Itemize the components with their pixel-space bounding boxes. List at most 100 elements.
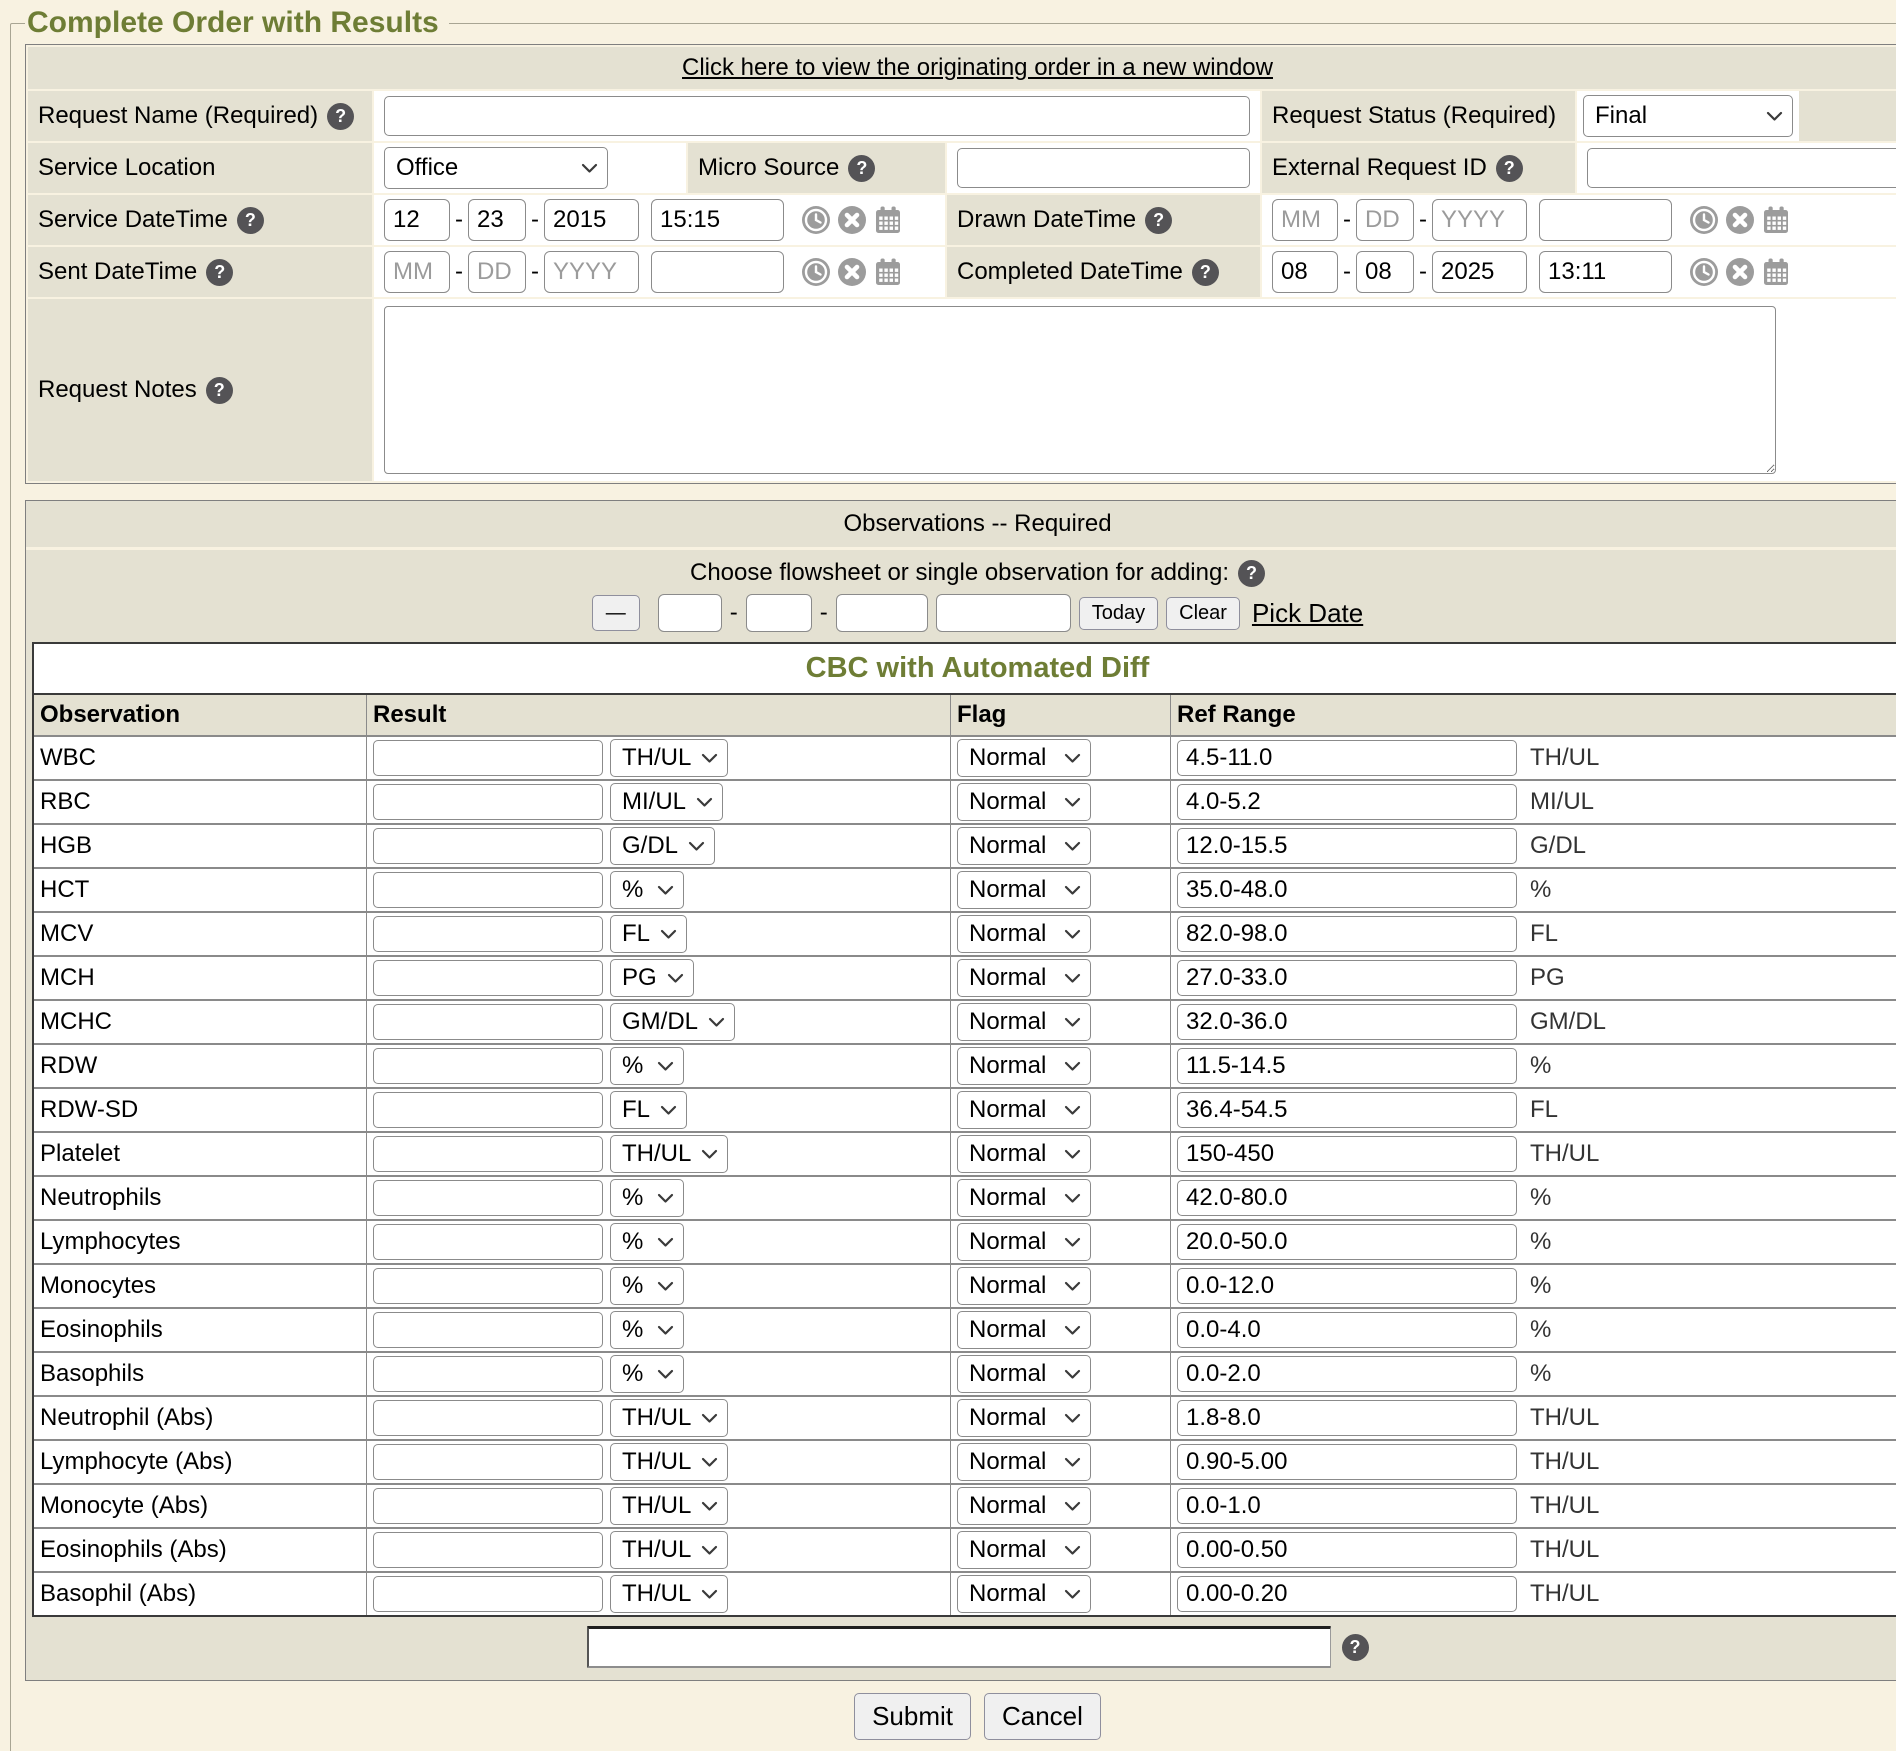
result-input[interactable] — [373, 916, 603, 952]
ref-range-input[interactable] — [1177, 740, 1517, 776]
flag-select[interactable]: Normal — [957, 1223, 1091, 1261]
result-input[interactable] — [373, 1444, 603, 1480]
calendar-icon[interactable] — [1761, 205, 1791, 235]
clock-icon[interactable] — [1689, 205, 1719, 235]
today-button[interactable]: Today — [1079, 597, 1158, 630]
request-name-input[interactable] — [384, 96, 1250, 136]
help-icon[interactable]: ? — [1342, 1634, 1369, 1661]
result-unit-select[interactable]: FL — [610, 915, 687, 953]
flag-select[interactable]: Normal — [957, 739, 1091, 777]
completed-datetime-year-input[interactable] — [1432, 251, 1527, 293]
ref-range-input[interactable] — [1177, 784, 1517, 820]
drawn-datetime-day-input[interactable] — [1356, 199, 1414, 241]
completed-datetime-day-input[interactable] — [1356, 251, 1414, 293]
flag-select[interactable]: Normal — [957, 915, 1091, 953]
help-icon[interactable]: ? — [1145, 207, 1172, 234]
ref-range-input[interactable] — [1177, 1180, 1517, 1216]
service-datetime-time-input[interactable] — [651, 199, 784, 241]
flag-select[interactable]: Normal — [957, 1399, 1091, 1437]
result-input[interactable] — [373, 1400, 603, 1436]
pick-date-link[interactable]: Pick Date — [1252, 598, 1363, 629]
ref-range-input[interactable] — [1177, 872, 1517, 908]
result-input[interactable] — [373, 1488, 603, 1524]
result-input[interactable] — [373, 828, 603, 864]
result-unit-select[interactable]: MI/UL — [610, 783, 723, 821]
result-unit-select[interactable]: TH/UL — [610, 1399, 728, 1437]
ref-range-input[interactable] — [1177, 1488, 1517, 1524]
result-unit-select[interactable]: TH/UL — [610, 1531, 728, 1569]
result-unit-select[interactable]: TH/UL — [610, 1575, 728, 1613]
flag-select[interactable]: Normal — [957, 1311, 1091, 1349]
result-input[interactable] — [373, 1004, 603, 1040]
result-input[interactable] — [373, 872, 603, 908]
result-input[interactable] — [373, 1136, 603, 1172]
result-unit-select[interactable]: % — [610, 871, 684, 909]
ref-range-input[interactable] — [1177, 1444, 1517, 1480]
flag-select[interactable]: Normal — [957, 1531, 1091, 1569]
result-input[interactable] — [373, 1180, 603, 1216]
help-icon[interactable]: ? — [848, 155, 875, 182]
final-text-input[interactable] — [587, 1626, 1331, 1668]
result-input[interactable] — [373, 740, 603, 776]
ref-range-input[interactable] — [1177, 1048, 1517, 1084]
ref-range-input[interactable] — [1177, 1400, 1517, 1436]
clock-icon[interactable] — [1689, 257, 1719, 287]
ref-range-input[interactable] — [1177, 828, 1517, 864]
flag-select[interactable]: Normal — [957, 871, 1091, 909]
flag-select[interactable]: Normal — [957, 959, 1091, 997]
request-notes-textarea[interactable] — [384, 306, 1776, 474]
result-input[interactable] — [373, 1576, 603, 1612]
help-icon[interactable]: ? — [1238, 560, 1265, 587]
clear-datetime-icon[interactable] — [837, 205, 867, 235]
picker-month-input[interactable] — [658, 594, 722, 632]
ref-range-input[interactable] — [1177, 1356, 1517, 1392]
result-input[interactable] — [373, 1312, 603, 1348]
result-input[interactable] — [373, 1356, 603, 1392]
ref-range-input[interactable] — [1177, 1004, 1517, 1040]
clear-datetime-icon[interactable] — [837, 257, 867, 287]
flag-select[interactable]: Normal — [957, 1047, 1091, 1085]
drawn-datetime-time-input[interactable] — [1539, 199, 1672, 241]
result-input[interactable] — [373, 1532, 603, 1568]
result-unit-select[interactable]: % — [610, 1179, 684, 1217]
flag-select[interactable]: Normal — [957, 1487, 1091, 1525]
result-unit-select[interactable]: GM/DL — [610, 1003, 735, 1041]
ref-range-input[interactable] — [1177, 1576, 1517, 1612]
result-unit-select[interactable]: % — [610, 1267, 684, 1305]
ref-range-input[interactable] — [1177, 1136, 1517, 1172]
result-unit-select[interactable]: % — [610, 1355, 684, 1393]
ref-range-input[interactable] — [1177, 916, 1517, 952]
result-unit-select[interactable]: PG — [610, 959, 694, 997]
flag-select[interactable]: Normal — [957, 1135, 1091, 1173]
picker-time-input[interactable] — [936, 594, 1071, 632]
drawn-datetime-month-input[interactable] — [1272, 199, 1338, 241]
help-icon[interactable]: ? — [206, 377, 233, 404]
flag-select[interactable]: Normal — [957, 1575, 1091, 1613]
micro-source-input[interactable] — [957, 148, 1250, 188]
clear-datetime-icon[interactable] — [1725, 205, 1755, 235]
ref-range-input[interactable] — [1177, 1268, 1517, 1304]
ref-range-input[interactable] — [1177, 1532, 1517, 1568]
completed-datetime-month-input[interactable] — [1272, 251, 1338, 293]
clock-icon[interactable] — [801, 257, 831, 287]
ref-range-input[interactable] — [1177, 1092, 1517, 1128]
clock-icon[interactable] — [801, 205, 831, 235]
calendar-icon[interactable] — [873, 205, 903, 235]
calendar-icon[interactable] — [873, 257, 903, 287]
sent-datetime-time-input[interactable] — [651, 251, 784, 293]
result-input[interactable] — [373, 1268, 603, 1304]
result-unit-select[interactable]: % — [610, 1047, 684, 1085]
help-icon[interactable]: ? — [1192, 259, 1219, 286]
calendar-icon[interactable] — [1761, 257, 1791, 287]
result-unit-select[interactable]: TH/UL — [610, 1443, 728, 1481]
flag-select[interactable]: Normal — [957, 1355, 1091, 1393]
result-input[interactable] — [373, 960, 603, 996]
flag-select[interactable]: Normal — [957, 1443, 1091, 1481]
request-status-select[interactable]: Final — [1583, 95, 1793, 137]
completed-datetime-time-input[interactable] — [1539, 251, 1672, 293]
service-location-select[interactable]: Office — [384, 147, 608, 189]
result-unit-select[interactable]: TH/UL — [610, 1135, 728, 1173]
picker-year-input[interactable] — [836, 594, 928, 632]
service-datetime-month-input[interactable] — [384, 199, 450, 241]
sent-datetime-month-input[interactable] — [384, 251, 450, 293]
